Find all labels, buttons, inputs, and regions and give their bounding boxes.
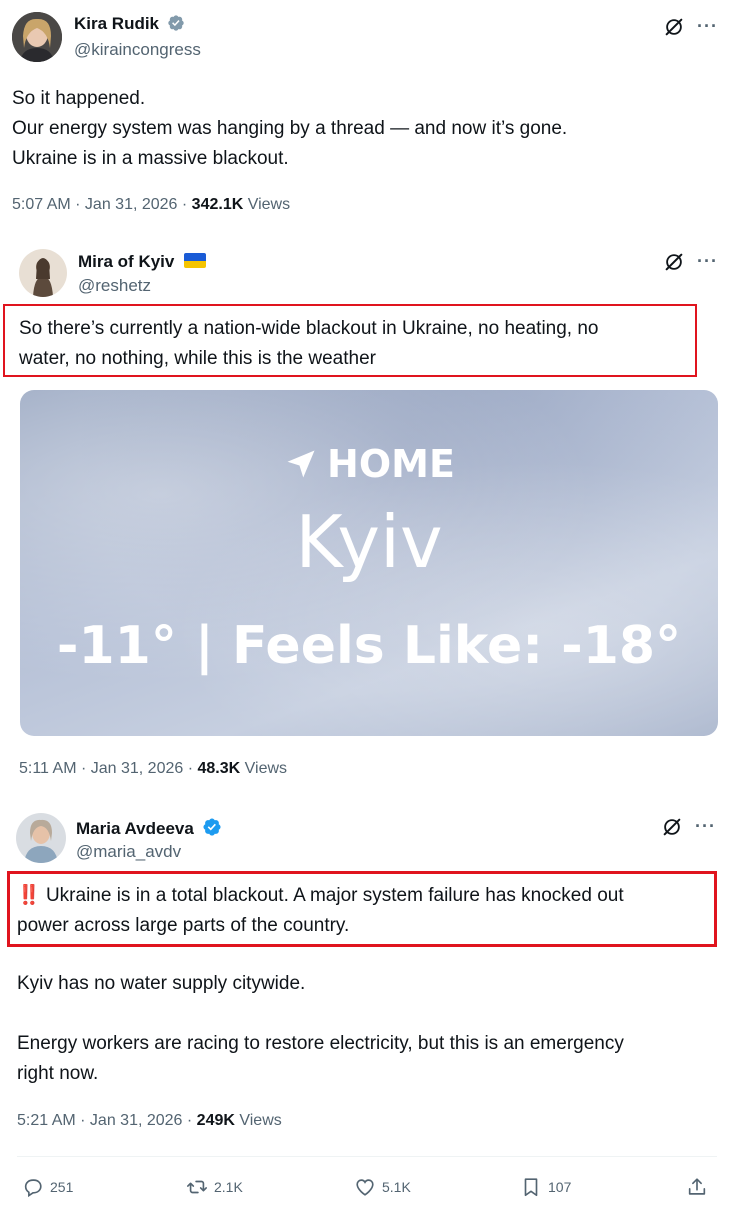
views-count: 342.1K	[191, 196, 244, 213]
reply-button[interactable]: 251	[22, 1176, 73, 1198]
double-exclamation-icon: ‼️	[17, 885, 41, 906]
views-label: Views	[243, 196, 291, 213]
tweet-paragraph: Energy workers are racing to restore ele…	[17, 1033, 624, 1084]
location-label: HOME	[20, 442, 718, 486]
views-count: 48.3K	[197, 760, 241, 777]
reply-count: 251	[50, 1179, 74, 1195]
display-name[interactable]: Maria Avdeeva	[76, 819, 194, 838]
temperature: -11° | Feels Like: -18°	[56, 616, 682, 676]
like-button[interactable]: 5.1K	[354, 1176, 411, 1198]
verified-badge-icon	[203, 818, 221, 836]
grok-icon[interactable]	[663, 251, 685, 273]
timestamp[interactable]: 5:07 AM · Jan 31, 2026 ·	[12, 196, 192, 213]
city-name: Kyiv	[295, 500, 443, 584]
display-name[interactable]: Kira Rudik	[74, 14, 159, 33]
flag-icon	[183, 253, 206, 268]
weather-image[interactable]: HOME Kyiv -11° | Feels Like: -18°	[20, 390, 718, 736]
tweet-text: So it happened. Our energy system was ha…	[12, 88, 568, 169]
views-count: 249K	[196, 1112, 235, 1129]
divider	[17, 1156, 717, 1157]
tweet-meta: 5:07 AM · Jan 31, 2026 · 342.1K Views	[12, 196, 290, 214]
avatar-image	[12, 12, 62, 62]
more-icon[interactable]: ···	[697, 251, 718, 272]
avatar-image	[16, 813, 66, 863]
heart-icon	[356, 1179, 374, 1196]
views-label: Views	[234, 1112, 282, 1129]
handle[interactable]: @maria_avdv	[76, 842, 181, 862]
handle[interactable]: @reshetz	[78, 276, 151, 296]
handle[interactable]: @kiraincongress	[74, 40, 201, 60]
views-label: Views	[240, 760, 288, 777]
timestamp[interactable]: 5:21 AM · Jan 31, 2026 ·	[17, 1112, 197, 1129]
tweet-meta: 5:21 AM · Jan 31, 2026 · 249K Views	[17, 1112, 282, 1130]
verified-badge-icon	[168, 15, 185, 31]
timestamp[interactable]: 5:11 AM · Jan 31, 2026 ·	[19, 760, 197, 777]
repost-icon	[187, 1180, 207, 1194]
like-count: 5.1K	[382, 1179, 411, 1195]
tweet-paragraph: Kyiv has no water supply citywide.	[17, 973, 306, 994]
more-icon[interactable]: ···	[697, 16, 718, 37]
repost-count: 2.1K	[214, 1179, 243, 1195]
display-name[interactable]: Mira of Kyiv	[78, 252, 174, 271]
grok-icon[interactable]	[661, 816, 683, 838]
location-arrow-icon	[287, 450, 315, 478]
tweet-text: So there’s currently a nation-wide black…	[19, 318, 599, 369]
share-icon	[688, 1178, 706, 1195]
bookmark-icon	[524, 1178, 538, 1197]
bookmark-button[interactable]: 107	[520, 1176, 571, 1198]
avatar-image	[19, 249, 67, 297]
reply-icon	[24, 1179, 42, 1198]
avatar[interactable]	[16, 813, 66, 863]
bookmark-count: 107	[548, 1179, 572, 1195]
share-button[interactable]	[686, 1176, 708, 1198]
tweet-meta: 5:11 AM · Jan 31, 2026 · 48.3K Views	[19, 760, 287, 778]
more-icon[interactable]: ···	[695, 816, 716, 837]
avatar[interactable]	[12, 12, 62, 62]
repost-button[interactable]: 2.1K	[186, 1176, 243, 1198]
avatar[interactable]	[19, 249, 67, 297]
grok-icon[interactable]	[663, 16, 685, 38]
tweet-text: ‼️ Ukraine is in a total blackout. A maj…	[17, 885, 624, 936]
